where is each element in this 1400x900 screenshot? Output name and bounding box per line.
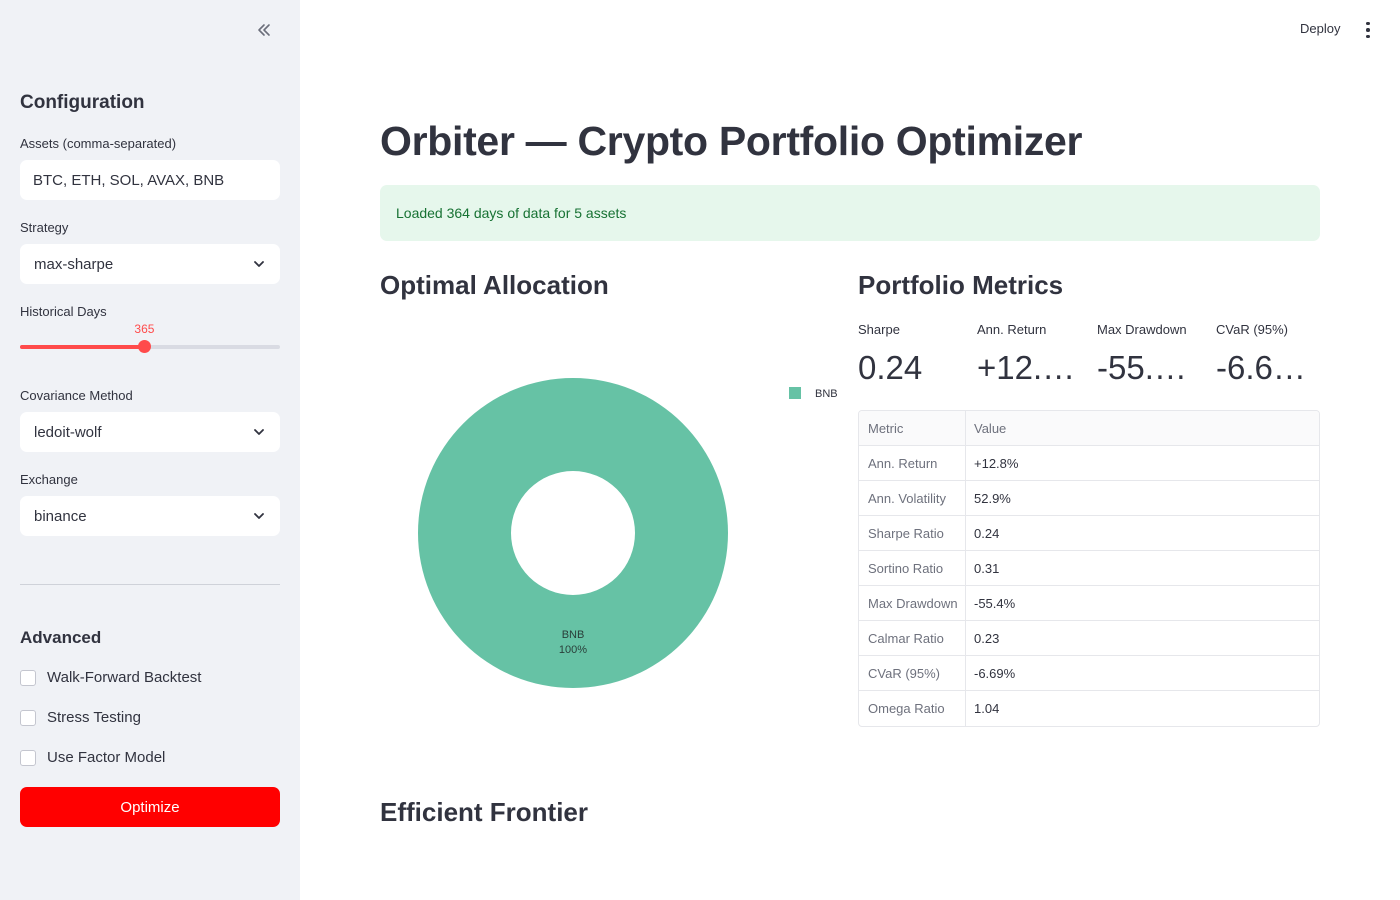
covariance-select-value: ledoit-wolf bbox=[34, 423, 102, 441]
frontier-title: Efficient Frontier bbox=[380, 797, 589, 827]
table-cell: 0.23 bbox=[974, 630, 1000, 646]
slice-label-name: BNB bbox=[562, 629, 585, 641]
table-cell: Sortino Ratio bbox=[859, 551, 966, 585]
slider-thumb[interactable] bbox=[138, 340, 152, 353]
chevron-down-icon bbox=[254, 513, 264, 519]
table-cell: -6.69% bbox=[974, 665, 1016, 681]
page-title: Orbiter — Crypto Portfolio Optimizer bbox=[380, 118, 1083, 164]
metric-value: -6.69% bbox=[1216, 349, 1310, 386]
chevron-down-icon bbox=[254, 261, 264, 267]
table-row: Max Drawdown -55.4% bbox=[859, 586, 1319, 621]
table-cell: Omega Ratio bbox=[859, 691, 966, 726]
collapse-sidebar-icon[interactable] bbox=[252, 18, 276, 42]
table-row: Sharpe Ratio 0.24 bbox=[859, 516, 1319, 551]
metrics-table[interactable]: Metric Value Ann. Return +12.8% Ann. Vol… bbox=[858, 410, 1320, 727]
strategy-label: Strategy bbox=[20, 220, 69, 235]
metrics-title: Portfolio Metrics bbox=[858, 270, 1064, 300]
table-cell: Calmar Ratio bbox=[859, 621, 966, 655]
metric-max-drawdown: Max Drawdown -55.4% bbox=[1097, 322, 1190, 387]
advanced-title: Advanced bbox=[20, 628, 102, 647]
checkbox-label: Use Factor Model bbox=[47, 749, 166, 766]
pie-slice-bnb[interactable] bbox=[418, 378, 728, 688]
table-cell: 0.31 bbox=[974, 560, 1000, 576]
slider-value: 365 bbox=[134, 322, 155, 336]
checkbox-box[interactable] bbox=[20, 709, 36, 726]
strategy-select-value: max-sharpe bbox=[34, 255, 114, 273]
legend-swatch[interactable] bbox=[789, 387, 801, 399]
checkbox-box[interactable] bbox=[20, 749, 36, 766]
allocation-title: Optimal Allocation bbox=[380, 270, 609, 300]
table-header[interactable]: Value bbox=[966, 411, 1319, 445]
slice-label-percent: 100% bbox=[559, 644, 587, 656]
table-cell: -55.4% bbox=[974, 595, 1016, 611]
metric-value: -55.4% bbox=[1097, 349, 1190, 386]
optimize-button[interactable]: Optimize bbox=[20, 787, 280, 827]
legend-label[interactable]: BNB bbox=[815, 388, 838, 400]
historical-days-slider[interactable]: 365 bbox=[20, 322, 280, 358]
checkbox-label: Walk-Forward Backtest bbox=[47, 669, 202, 686]
slider-track[interactable] bbox=[20, 340, 280, 353]
more-menu-icon[interactable] bbox=[1361, 20, 1375, 40]
table-cell: 0.24 bbox=[974, 525, 1000, 541]
table-header[interactable]: Metric bbox=[859, 411, 966, 445]
exchange-select[interactable]: binance bbox=[20, 496, 280, 536]
table-header-row: Metric Value bbox=[859, 411, 1319, 446]
table-row: Calmar Ratio 0.23 bbox=[859, 621, 1319, 656]
exchange-select-value: binance bbox=[34, 507, 87, 525]
table-cell: CVaR (95%) bbox=[859, 656, 966, 690]
historical-days-label: Historical Days bbox=[20, 304, 107, 319]
covariance-label: Covariance Method bbox=[20, 388, 133, 403]
table-cell: Ann. Volatility bbox=[859, 481, 966, 515]
table-row: Ann. Volatility 52.9% bbox=[859, 481, 1319, 516]
success-message: Loaded 364 days of data for 5 assets bbox=[396, 205, 627, 221]
table-cell: 1.04 bbox=[974, 701, 1000, 716]
table-cell: Max Drawdown bbox=[859, 586, 966, 620]
sidebar: Configuration Assets (comma-separated) S… bbox=[0, 0, 300, 900]
metric-sharpe: Sharpe 0.24 bbox=[858, 322, 968, 387]
chevron-down-icon bbox=[254, 429, 264, 435]
table-cell: 52.9% bbox=[974, 490, 1011, 506]
success-alert: Loaded 364 days of data for 5 assets bbox=[380, 185, 1320, 241]
sidebar-divider bbox=[20, 584, 280, 585]
metric-cvar: CVaR (95%) -6.69% bbox=[1216, 322, 1310, 387]
checkbox-label: Stress Testing bbox=[47, 709, 141, 726]
slider-fill bbox=[20, 345, 145, 349]
allocation-donut-chart: BNB 100% BNB bbox=[418, 378, 838, 688]
sidebar-title: Configuration bbox=[20, 92, 145, 113]
metric-value: +12.8% bbox=[977, 349, 1077, 386]
assets-input[interactable] bbox=[20, 160, 280, 200]
metric-label: Ann. Return bbox=[977, 322, 1047, 337]
strategy-select[interactable]: max-sharpe bbox=[20, 244, 280, 284]
table-row: CVaR (95%) -6.69% bbox=[859, 656, 1319, 691]
table-row: Sortino Ratio 0.31 bbox=[859, 551, 1319, 586]
metric-label: CVaR (95%) bbox=[1216, 322, 1289, 337]
table-row: Ann. Return +12.8% bbox=[859, 446, 1319, 481]
metric-label: Max Drawdown bbox=[1097, 322, 1187, 337]
metric-ann-return: Ann. Return +12.8% bbox=[977, 322, 1077, 387]
table-cell: +12.8% bbox=[974, 455, 1019, 471]
table-cell: Ann. Return bbox=[859, 446, 966, 480]
metric-value: 0.24 bbox=[858, 349, 923, 386]
factor-model-checkbox[interactable]: Use Factor Model bbox=[20, 749, 165, 766]
table-row: Omega Ratio 1.04 bbox=[859, 691, 1319, 726]
metric-label: Sharpe bbox=[858, 322, 900, 337]
assets-label: Assets (comma-separated) bbox=[20, 136, 177, 151]
deploy-button[interactable]: Deploy bbox=[1300, 21, 1340, 36]
exchange-label: Exchange bbox=[20, 472, 78, 487]
walk-forward-checkbox[interactable]: Walk-Forward Backtest bbox=[20, 669, 201, 686]
stress-testing-checkbox[interactable]: Stress Testing bbox=[20, 709, 141, 726]
checkbox-box[interactable] bbox=[20, 669, 36, 686]
covariance-select[interactable]: ledoit-wolf bbox=[20, 412, 280, 452]
table-cell: Sharpe Ratio bbox=[859, 516, 966, 550]
